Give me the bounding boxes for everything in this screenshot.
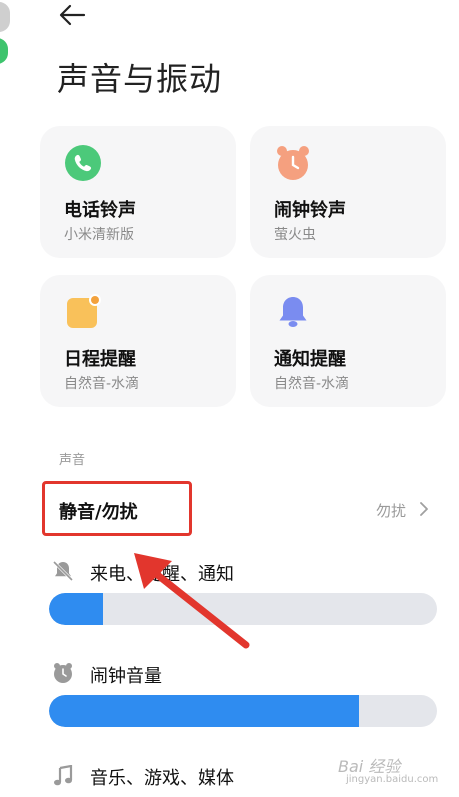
card-schedule-reminder[interactable]: 日程提醒 自然音-水滴: [40, 275, 236, 407]
phone-icon: [65, 145, 101, 181]
status-indicator-green: [0, 38, 8, 64]
alarm-clock-icon: [54, 663, 72, 683]
volume-slider-fill: [49, 593, 104, 625]
alarm-clock-icon: [277, 146, 309, 180]
card-subtitle: 小米清新版: [64, 227, 134, 243]
card-subtitle: 自然音-水滴: [64, 376, 140, 392]
volume-label-alarm: 闹钟音量: [90, 666, 162, 687]
volume-label-media: 音乐、游戏、媒体: [90, 768, 234, 789]
card-notification-reminder[interactable]: 通知提醒 自然音-水滴: [250, 275, 446, 407]
card-subtitle: 萤火虫: [274, 227, 316, 243]
section-header-sound: 声音: [59, 453, 86, 468]
card-alarm-ringtone[interactable]: 闹钟铃声 萤火虫: [250, 126, 446, 258]
card-title: 日程提醒: [64, 349, 136, 370]
annotation-arrow-icon: [134, 553, 250, 649]
music-icon: [54, 765, 73, 786]
back-arrow-icon: [59, 4, 86, 26]
bell-mute-icon: [52, 560, 74, 582]
status-indicator-gray: [0, 2, 10, 32]
card-title: 闹钟铃声: [274, 200, 346, 221]
watermark-sub: jingyan.baidu.com: [346, 774, 439, 785]
card-title: 通知提醒: [274, 349, 346, 370]
volume-slider-alarm[interactable]: [49, 695, 437, 727]
chevron-right-icon: [420, 502, 428, 516]
highlight-box: [42, 481, 192, 536]
calendar-icon: [67, 294, 101, 328]
volume-slider-fill: [49, 695, 360, 727]
mute-dnd-value: 勿扰: [376, 502, 407, 520]
card-subtitle: 自然音-水滴: [274, 376, 350, 392]
bell-icon: [279, 297, 307, 327]
page-title: 声音与振动: [57, 60, 223, 98]
card-phone-ringtone[interactable]: 电话铃声 小米清新版: [40, 126, 236, 258]
card-title: 电话铃声: [64, 200, 136, 221]
back-button[interactable]: [58, 2, 88, 28]
